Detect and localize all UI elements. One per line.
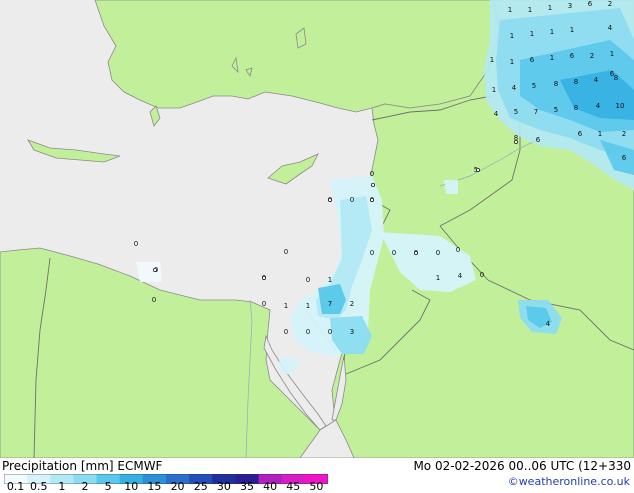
label-e-35: 6 (578, 130, 583, 138)
scale-tick-label: 0.1 (6, 480, 25, 493)
label-l-1: 0 (350, 196, 354, 204)
credit-link[interactable]: ©weatheronline.co.uk (508, 475, 630, 488)
label-l-21: 0 (284, 328, 288, 336)
label-e-41: 6 (610, 70, 615, 78)
label-e-14: 1 (550, 54, 554, 62)
label-e-13: 6 (530, 56, 535, 64)
label-e-25: 4 (494, 110, 499, 118)
city-marker (152, 267, 157, 272)
label-e-29: 4 (596, 102, 601, 110)
label-e-11: 1 (490, 56, 494, 64)
label-e-7: 1 (530, 30, 534, 38)
label-e-3: 3 (568, 2, 572, 10)
label-l-6: 0 (392, 249, 396, 257)
run-info: Mo 02-02-2026 00..06 UTC (12+330 (413, 459, 631, 473)
label-e-26: 5 (514, 108, 518, 116)
city-marker (261, 275, 266, 280)
label-l-4: 0 (284, 248, 288, 256)
label-e-31: 1 (598, 130, 602, 138)
label-e-23: 4 (594, 76, 599, 84)
label-e-6: 1 (510, 32, 514, 40)
label-e-1: 1 (528, 6, 532, 14)
label-e-20: 5 (532, 82, 536, 90)
scale-tick-label: 20 (170, 480, 185, 493)
label-e-2: 1 (548, 4, 552, 12)
label-l-19: 0 (152, 296, 156, 304)
label-l-25: 0 (328, 328, 332, 336)
scale-tick-label: 50 (309, 480, 324, 493)
label-e-30: 10 (616, 102, 625, 110)
city-marker (514, 139, 519, 144)
label-e-5: 2 (608, 0, 612, 8)
label-e-8: 1 (550, 28, 554, 36)
label-l-26: 4 (458, 272, 463, 280)
color-scale-bar (4, 474, 328, 484)
label-e-28: 5 (554, 106, 558, 114)
label-l-9: 0 (456, 246, 460, 254)
label-e-32: 6 (536, 136, 541, 144)
land-anatolia (94, 0, 501, 113)
label-l-10: 1 (328, 276, 332, 284)
scale-tick-label: 30 (216, 480, 231, 493)
city-marker (370, 182, 375, 187)
label-e-21: 8 (554, 80, 558, 88)
scale-tick-label: 25 (193, 480, 208, 493)
label-l-23: 1 (436, 274, 440, 282)
label-l-20: 0 (262, 300, 266, 308)
label-l-24: 0 (306, 328, 310, 336)
label-l-13: 0 (306, 276, 310, 284)
precipitation-map: 1 1 1 3 6 2 1 1 1 1 4 1 1 6 1 6 2 1 1 4 … (0, 0, 634, 458)
scale-tick-label: 0.5 (29, 480, 48, 493)
label-l-18: 2 (350, 300, 354, 308)
label-e-19: 4 (512, 84, 517, 92)
label-l-3: 0 (134, 240, 138, 248)
label-e-40: 4 (546, 320, 551, 328)
label-l-22: 3 (350, 328, 354, 336)
scale-tick-label: 35 (240, 480, 254, 493)
label-e-34: 8 (574, 104, 578, 112)
label-e-9: 1 (570, 26, 574, 34)
scale-tick-label: 15 (147, 480, 162, 493)
label-e-10: 4 (608, 24, 613, 32)
city-marker (327, 197, 332, 202)
label-e-16: 2 (590, 52, 594, 60)
scale-tick-label: 2 (81, 480, 89, 493)
label-l-14: 0 (480, 271, 484, 279)
scale-tick-label: 45 (286, 480, 301, 493)
label-e-33: 6 (622, 154, 627, 162)
label-e-12: 1 (510, 58, 514, 66)
label-e-4: 6 (588, 0, 593, 8)
scale-tick-label: 1 (58, 480, 66, 493)
label-l-16: 1 (306, 302, 310, 310)
label-l-15: 1 (284, 302, 288, 310)
label-e-27: 7 (534, 108, 538, 116)
city-marker (413, 250, 418, 255)
label-e-39: 0 (370, 170, 374, 178)
label-e-15: 6 (570, 52, 575, 60)
label-e-22: 8 (574, 78, 578, 86)
legend-title: Precipitation [mm] ECMWF (2, 459, 163, 473)
precip-syria-spot (444, 180, 458, 194)
scale-tick-label: 10 (124, 480, 139, 493)
label-e-24: 8 (614, 74, 618, 82)
label-e-37: 2 (622, 130, 626, 138)
city-marker (369, 197, 374, 202)
label-e-18: 1 (492, 86, 496, 94)
label-e-17: 1 (610, 50, 614, 58)
label-l-8: 0 (436, 249, 440, 257)
city-marker (475, 167, 480, 172)
legend-footer: Precipitation [mm] ECMWF Mo 02-02-2026 0… (0, 458, 634, 493)
label-e-0: 1 (508, 6, 512, 14)
scale-tick-label: 40 (263, 480, 278, 493)
label-l-17: 7 (328, 300, 332, 308)
label-l-5: 0 (370, 249, 374, 257)
scale-tick-label: 5 (104, 480, 112, 493)
